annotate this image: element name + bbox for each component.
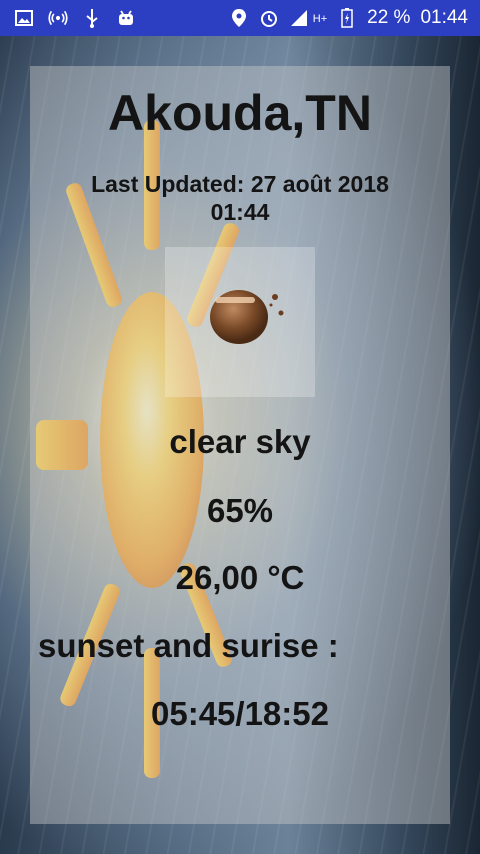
weather-description: clear sky bbox=[169, 423, 311, 460]
sunrise-sunset-label: sunset and surise : bbox=[38, 627, 339, 664]
status-bar: H+ 22 % 01:44 bbox=[0, 0, 480, 36]
temperature-value: 26,00 °C bbox=[175, 559, 305, 596]
location-icon bbox=[231, 9, 246, 27]
signal-icon bbox=[290, 10, 307, 26]
android-icon bbox=[119, 10, 133, 25]
last-updated-text: Last Updated: 27 août 2018 01:44 bbox=[91, 171, 389, 225]
battery-percent: 22 % bbox=[367, 7, 411, 28]
usb-icon bbox=[86, 9, 98, 28]
humidity-value: 65% bbox=[206, 492, 274, 529]
image-icon bbox=[15, 10, 33, 26]
battery-icon bbox=[341, 8, 353, 28]
network-type: H+ bbox=[312, 13, 328, 25]
wifi-hotspot-icon bbox=[48, 10, 68, 26]
clear-night-moon-icon bbox=[210, 290, 284, 344]
city-name: Akouda,TN bbox=[108, 85, 372, 141]
alarm-icon bbox=[260, 11, 277, 27]
clock: 01:44 bbox=[420, 7, 468, 28]
sunrise-sunset-times: 05:45/18:52 bbox=[151, 695, 329, 732]
weather-icon-box bbox=[165, 247, 315, 397]
